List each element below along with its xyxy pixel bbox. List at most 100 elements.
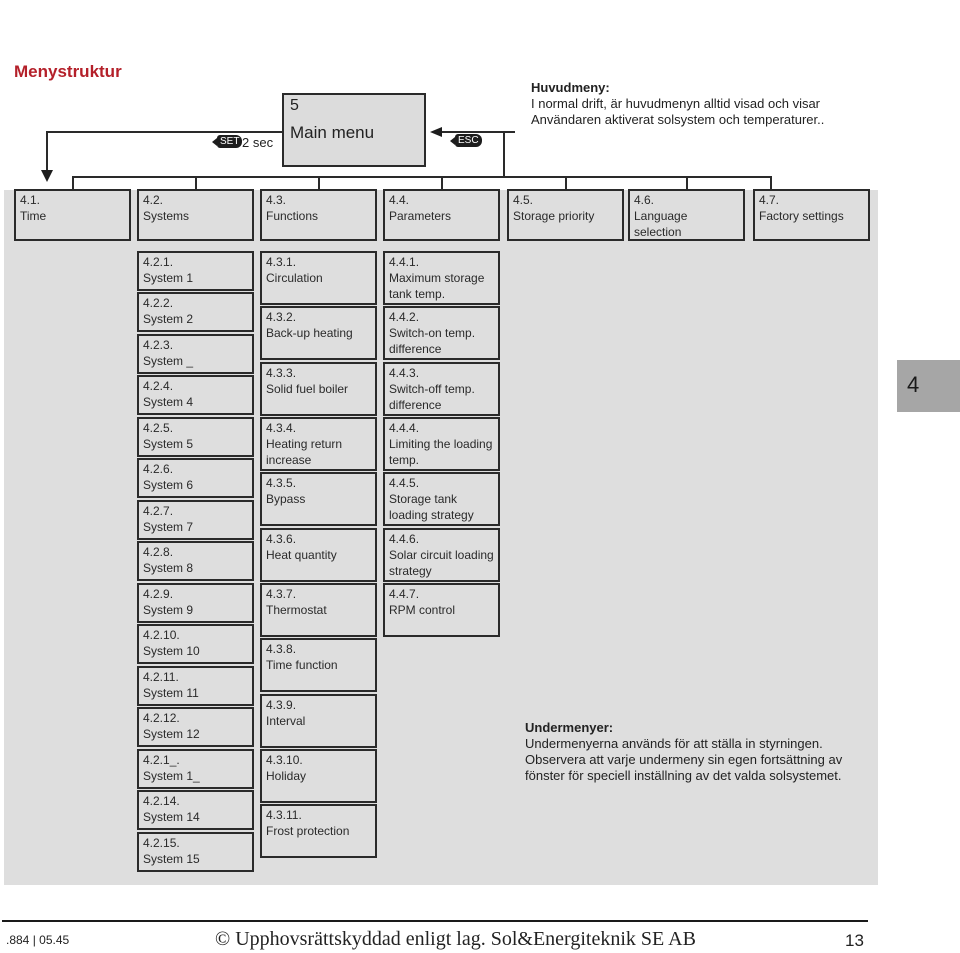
function-item[interactable]: 4.3.7. Thermostat	[260, 583, 377, 637]
function-item[interactable]: 4.3.4. Heating return increase	[260, 417, 377, 471]
menu-name: Solid fuel boiler	[266, 382, 349, 396]
function-item[interactable]: 4.3.10. Holiday	[260, 749, 377, 803]
menu-code: 4.3.11.	[266, 808, 302, 822]
system-item[interactable]: 4.2.1. System 1	[137, 251, 254, 291]
function-item[interactable]: 4.3.2. Back-up heating	[260, 306, 377, 360]
menu-code: 4.4.4.	[389, 421, 420, 435]
parameter-item[interactable]: 4.4.1. Maximum storage tank temp.	[383, 251, 500, 305]
menu-functions[interactable]: 4.3. Functions	[260, 189, 377, 241]
menu-storage-priority[interactable]: 4.5. Storage priority	[507, 189, 624, 241]
menu-code: 4.2.1_.	[143, 753, 180, 767]
note-heading: Undermenyer:	[525, 720, 614, 735]
function-item[interactable]: 4.3.9. Interval	[260, 694, 377, 748]
menu-name: Functions	[266, 209, 319, 223]
menu-code: 4.3.9.	[266, 698, 297, 712]
system-item[interactable]: 4.2.11. System 11	[137, 666, 254, 706]
menu-name: System 5	[143, 437, 194, 451]
system-item[interactable]: 4.2.4. System 4	[137, 375, 254, 415]
chapter-tab: 4	[897, 360, 960, 412]
menu-name: Factory settings	[759, 209, 844, 223]
menu-code: 4.3.1.	[266, 255, 297, 269]
menu-code: 4.3.7.	[266, 587, 297, 601]
set-key-label: SET	[220, 136, 240, 147]
connector-esc-vertical	[503, 131, 505, 177]
menu-name: System 1_	[143, 769, 200, 783]
parameter-item[interactable]: 4.4.3. Switch-off temp. difference	[383, 362, 500, 416]
menu-name: Storage priority	[513, 209, 595, 223]
menu-name: Parameters	[389, 209, 452, 223]
system-item[interactable]: 4.2.7. System 7	[137, 500, 254, 540]
menu-name: System 14	[143, 810, 200, 824]
set-key-icon: SET	[211, 135, 243, 148]
menu-code: 4.4.7.	[389, 587, 420, 601]
system-item[interactable]: 4.2.10. System 10	[137, 624, 254, 664]
parameter-item[interactable]: 4.4.2. Switch-on temp. difference	[383, 306, 500, 360]
branch-drop	[441, 176, 443, 190]
function-item[interactable]: 4.3.3. Solid fuel boiler	[260, 362, 377, 416]
system-item[interactable]: 4.2.5. System 5	[137, 417, 254, 457]
menu-language-selection[interactable]: 4.6. Language selection	[628, 189, 745, 241]
menu-parameters[interactable]: 4.4. Parameters	[383, 189, 500, 241]
system-item[interactable]: 4.2.6. System 6	[137, 458, 254, 498]
system-item[interactable]: 4.2.15. System 15	[137, 832, 254, 872]
main-menu-box[interactable]: 5 Main menu	[282, 93, 426, 167]
menu-code: 4.2.15.	[143, 836, 180, 850]
menu-name: Circulation	[266, 271, 323, 285]
branch-drop	[195, 176, 197, 190]
function-item[interactable]: 4.3.8. Time function	[260, 638, 377, 692]
menu-code: 4.2.4.	[143, 379, 174, 393]
connector-branch-horizontal	[72, 176, 772, 178]
menu-name: System 10	[143, 644, 200, 658]
menu-name: Solar circuit loading strategy	[389, 548, 494, 578]
parameter-item[interactable]: 4.4.5. Storage tank loading strategy	[383, 472, 500, 526]
menu-factory-settings[interactable]: 4.7. Factory settings	[753, 189, 870, 241]
parameter-item[interactable]: 4.4.7. RPM control	[383, 583, 500, 637]
menu-name: Interval	[266, 714, 306, 728]
function-item[interactable]: 4.3.11. Frost protection	[260, 804, 377, 858]
menu-code: 4.4.5.	[389, 476, 420, 490]
system-item[interactable]: 4.2.12. System 12	[137, 707, 254, 747]
menu-name: Heat quantity	[266, 548, 337, 562]
menu-name: Time function	[266, 658, 338, 672]
function-item[interactable]: 4.3.6. Heat quantity	[260, 528, 377, 582]
menu-code: 4.2.	[143, 193, 164, 207]
menu-code: 4.2.3.	[143, 338, 174, 352]
menu-code: 4.4.	[389, 193, 410, 207]
system-item[interactable]: 4.2.1_. System 1_	[137, 749, 254, 789]
system-item[interactable]: 4.2.2. System 2	[137, 292, 254, 332]
menu-name: System 2	[143, 312, 194, 326]
menu-code: 4.2.12.	[143, 711, 180, 725]
system-item[interactable]: 4.2.8. System 8	[137, 541, 254, 581]
system-item[interactable]: 4.2.3. System _	[137, 334, 254, 374]
branch-drop	[72, 176, 74, 190]
menu-name: Holiday	[266, 769, 307, 783]
note-text: Undermenyerna används för att ställa in …	[525, 736, 843, 783]
footer-doc-ref: .884 | 05.45	[6, 933, 70, 947]
menu-code: 4.2.5.	[143, 421, 174, 435]
function-item[interactable]: 4.3.5. Bypass	[260, 472, 377, 526]
function-item[interactable]: 4.3.1. Circulation	[260, 251, 377, 305]
menu-name: System 8	[143, 561, 194, 575]
branch-drop	[770, 176, 772, 190]
connector-set-horizontal	[46, 131, 282, 133]
menu-code: 4.2.2.	[143, 296, 174, 310]
menu-time[interactable]: 4.1. Time	[14, 189, 131, 241]
parameter-item[interactable]: 4.4.4. Limiting the loading temp.	[383, 417, 500, 471]
menu-code: 4.2.11.	[143, 670, 179, 684]
branch-drop	[686, 176, 688, 190]
menu-name: Back-up heating	[266, 326, 353, 340]
menu-name: System 15	[143, 852, 200, 866]
menu-name: Switch-on temp. difference	[389, 326, 476, 356]
menu-code: 4.2.9.	[143, 587, 174, 601]
parameter-item[interactable]: 4.4.6. Solar circuit loading strategy	[383, 528, 500, 582]
menu-code: 4.4.6.	[389, 532, 420, 546]
menu-systems[interactable]: 4.2. Systems	[137, 189, 254, 241]
system-item[interactable]: 4.2.9. System 9	[137, 583, 254, 623]
branch-drop	[565, 176, 567, 190]
note-line: I normal drift, är huvudmenyn alltid vis…	[531, 96, 821, 111]
menu-name: System 6	[143, 478, 194, 492]
menu-code: 4.2.7.	[143, 504, 174, 518]
system-item[interactable]: 4.2.14. System 14	[137, 790, 254, 830]
menu-name: System 4	[143, 395, 194, 409]
menu-code: 4.3.6.	[266, 532, 297, 546]
